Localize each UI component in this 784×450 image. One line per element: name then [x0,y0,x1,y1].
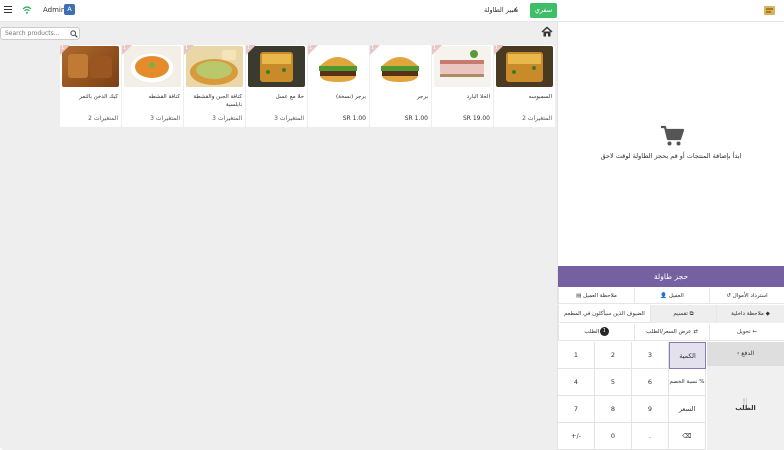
product-image [186,46,243,87]
search-box[interactable] [0,27,80,40]
arrow-icon: ← [752,329,757,335]
product-meta: 3 المتغيرات [212,115,242,122]
order-label: الطلب [735,404,756,412]
product-name: كنافة الجبن والقشطة نابلسية [193,94,242,108]
product-name: كنافة القشطه [148,94,180,100]
key-9[interactable]: 9 [632,396,669,423]
key-3[interactable]: 3 [632,342,669,369]
discount-mode-button[interactable]: نسبة الخصم % [669,369,706,396]
tag-icon: ◆ [765,311,770,317]
reserve-table-button[interactable]: حجز طاولة [558,266,784,287]
split-icon: ⧉ [689,311,694,317]
product-card[interactable]: 1 برجر (نسخة) SR 1.00 [308,45,369,127]
product-image [310,46,367,87]
product-price: SR 19.00 [462,115,490,122]
product-name: برجر [417,94,428,100]
product-name: السمبوسه [528,94,552,100]
guests-button[interactable]: الضيوف الذين سيأكلون في المطعم 1 [558,305,650,336]
split-button[interactable]: تقسيم ⧉ [650,305,716,323]
key-2[interactable]: 2 [595,342,632,369]
product-meta: 2 المتغيرات [522,115,552,122]
payment-column: ‹ الدفع 🍴 الطلب [707,342,784,450]
note-icon: ▤ [576,293,582,299]
avatar[interactable]: A [64,4,75,15]
key-6[interactable]: 6 [632,369,669,396]
product-image [434,46,491,87]
product-card[interactable]: 1 كيك الدخن بالتمر 2 المتغيرات [60,45,121,127]
badge-count: 1 [309,45,313,51]
badge-count: 1 [247,45,251,51]
badge-count: 1 [185,45,189,51]
product-price: SR 1.00 [404,115,428,122]
product-image [372,46,429,87]
app-logo [764,6,775,15]
product-card[interactable]: 1 كنافة القشطه 3 المتغيرات [122,45,183,127]
takeaway-button[interactable]: سفري [530,3,557,18]
key-8[interactable]: 8 [595,396,632,423]
refund-button[interactable]: ↺ استرداد الأموال [709,288,784,304]
key-plus-minus[interactable]: +/- [558,423,595,450]
badge-count: 1 [61,45,65,51]
badge-count: 1 [495,45,499,51]
key-5[interactable]: 5 [595,369,632,396]
search-input[interactable] [5,30,67,37]
empty-cart-message: ابدأ بإضافة المنتجات أو قم بحجز الطاولة … [600,152,742,160]
chevron-left-icon[interactable]: ‹ [514,4,518,16]
top-bar: Admin A تغيير الطاولة ‹ سفري [0,0,784,22]
backspace-button[interactable]: ⌫ [669,423,706,450]
internal-note-button[interactable]: ملاحظة داخلية ◆ [716,305,784,323]
admin-name[interactable]: Admin [43,6,65,14]
refund-icon: ↺ [726,293,731,299]
product-name: حلا مع عسل [275,94,304,100]
actions-row-1: ▤ ملاحظة العميل 👤 العميل ↺ استرداد الأمو… [558,288,784,304]
product-card[interactable]: 1 السمبوسه 2 المتغيرات [494,45,555,127]
show-prices-button[interactable]: عرض السعر/الطلب ⇄ [634,324,709,341]
quantity-mode-button[interactable]: الكمية [669,342,706,369]
cart-icon [661,125,684,146]
toggle-icon: ⇄ [693,329,698,335]
customer-note-button[interactable]: ▤ ملاحظة العميل [558,288,634,304]
price-mode-button[interactable]: السعر [669,396,706,423]
product-meta: 2 المتغيرات [88,115,118,122]
product-image [496,46,553,87]
key-0[interactable]: 0 [595,423,632,450]
actions-row-2: الضيوف الذين سيأكلون في المطعم 1 تقسيم ⧉… [558,305,784,336]
search-icon [70,30,78,38]
product-image [62,46,119,87]
product-name: الحلا البارد [466,94,490,100]
product-name: برجر (نسخة) [336,94,366,100]
badge-count: 1 [433,45,437,51]
badge-count: 1 [123,45,127,51]
product-meta: 3 المتغيرات [150,115,180,122]
home-icon[interactable] [541,26,553,38]
key-1[interactable]: 1 [558,342,595,369]
user-icon: 👤 [660,293,668,299]
badge-count: 1 [371,45,375,51]
pay-button[interactable]: ‹ الدفع [707,342,784,366]
customer-button[interactable]: 👤 العميل [634,288,709,304]
product-grid: 1 كيك الدخن بالتمر 2 المتغيرات 1 كنافة ا… [60,45,555,127]
product-image [124,46,181,87]
product-card[interactable]: 1 حلا مع عسل 3 المتغيرات [246,45,307,127]
chevron-left-icon: ‹ [736,350,740,357]
product-name: كيك الدخن بالتمر [79,94,118,100]
transfer-button[interactable]: تحويل ← [709,324,784,341]
menu-icon[interactable] [4,6,12,14]
key-7[interactable]: 7 [558,396,595,423]
product-card[interactable]: 1 كنافة الجبن والقشطة نابلسية 3 المتغيرا… [184,45,245,127]
actions-row-3: نوع الطلب عرض السعر/الطلب ⇄ تحويل ← [558,324,784,341]
wifi-icon [22,6,32,14]
key-4[interactable]: 4 [558,369,595,396]
product-card[interactable]: 1 الحلا البارد SR 19.00 [432,45,493,127]
product-price: SR 1.00 [342,115,366,122]
product-image [248,46,305,87]
key-decimal[interactable]: . [632,423,669,450]
product-meta: 3 المتغيرات [274,115,304,122]
product-card[interactable]: 1 برجر SR 1.00 [370,45,431,127]
order-type-button[interactable]: نوع الطلب [558,324,634,341]
products-area: 1 كيك الدخن بالتمر 2 المتغيرات 1 كنافة ا… [0,22,557,450]
